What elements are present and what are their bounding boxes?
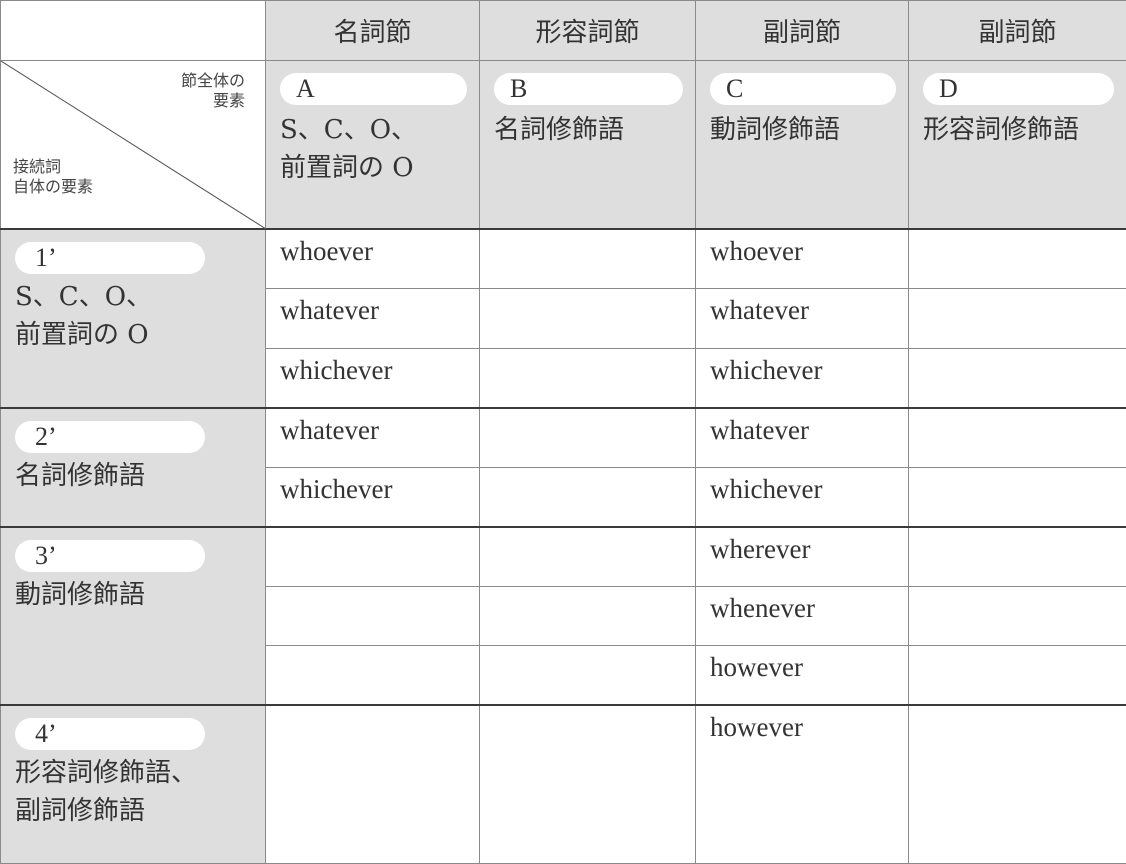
column-letter-badge: B	[494, 73, 683, 105]
row-desc-line1: 動詞修飾語	[15, 576, 265, 614]
column-category-d: D 形容詞修飾語	[909, 61, 1126, 229]
table-cell	[909, 229, 1126, 289]
col-header-noun-clause: 名詞節	[266, 1, 480, 61]
col-header-adjective-clause: 形容詞節	[480, 1, 696, 61]
table-cell	[480, 646, 696, 705]
table-cell: whichever	[266, 349, 480, 408]
clause-element-label: 節全体の 要素	[181, 71, 245, 111]
row-number-badge: 1’	[15, 242, 205, 274]
column-desc-line2: 前置詞の O	[280, 149, 467, 187]
clause-element-label-line2: 要素	[181, 91, 245, 111]
table-cell: whatever	[266, 289, 480, 349]
conjunction-element-label-line1: 接続詞	[13, 157, 93, 177]
column-category-b: B 名詞修飾語	[480, 61, 696, 229]
table-cell	[266, 705, 480, 864]
row-desc-line2: 前置詞の O	[15, 316, 265, 354]
table-cell	[909, 705, 1126, 864]
table-cell	[909, 527, 1126, 587]
table-cell: whatever	[696, 408, 909, 468]
row-category-3: 3’ 動詞修飾語	[1, 527, 266, 705]
conjunction-element-label-line2: 自体の要素	[13, 177, 93, 197]
table-cell: whoever	[696, 229, 909, 289]
table-cell	[266, 646, 480, 705]
column-desc-line1: 名詞修飾語	[494, 111, 683, 149]
row-category-4: 4’ 形容詞修飾語、 副詞修飾語	[1, 705, 266, 864]
column-desc-line1: 形容詞修飾語	[923, 111, 1114, 149]
row-category-1: 1’ S、C、O、 前置詞の O	[1, 229, 266, 408]
row-desc-line1: 名詞修飾語	[15, 457, 265, 495]
col-header-adverb-clause-2: 副詞節	[909, 1, 1126, 61]
table-cell	[909, 646, 1126, 705]
table-cell	[909, 289, 1126, 349]
table-cell	[480, 349, 696, 408]
table-cell	[266, 527, 480, 587]
column-desc-line1: S、C、O、	[280, 111, 467, 149]
table-cell	[480, 229, 696, 289]
table-cell	[909, 408, 1126, 468]
column-letter-badge: A	[280, 73, 467, 105]
table-cell	[480, 289, 696, 349]
table-cell	[909, 587, 1126, 646]
row-desc-line2: 副詞修飾語	[15, 792, 265, 830]
table-cell: however	[696, 646, 909, 705]
row-desc-line1: S、C、O、	[15, 278, 265, 316]
table-cell: whichever	[696, 349, 909, 408]
table-cell: whoever	[266, 229, 480, 289]
blank-corner-header	[1, 1, 266, 61]
conjunction-element-label: 接続詞 自体の要素	[13, 157, 93, 197]
row-category-2: 2’ 名詞修飾語	[1, 408, 266, 527]
column-desc-line1: 動詞修飾語	[710, 111, 896, 149]
table-cell	[909, 468, 1126, 527]
table-cell: whatever	[696, 289, 909, 349]
table-cell	[480, 408, 696, 468]
conjunction-table: 名詞節 形容詞節 副詞節 副詞節 節全体の 要素 接続詞 自体の要素 A S、C…	[0, 0, 1126, 864]
table-cell	[909, 349, 1126, 408]
column-letter-badge: C	[710, 73, 896, 105]
col-header-adverb-clause-1: 副詞節	[696, 1, 909, 61]
table-cell: whenever	[696, 587, 909, 646]
row-number-badge: 2’	[15, 421, 205, 453]
table-cell	[480, 587, 696, 646]
row-number-badge: 3’	[15, 540, 205, 572]
table-cell	[266, 587, 480, 646]
column-category-a: A S、C、O、 前置詞の O	[266, 61, 480, 229]
diagonal-corner-cell: 節全体の 要素 接続詞 自体の要素	[1, 61, 266, 229]
row-desc-line1: 形容詞修飾語、	[15, 754, 265, 792]
table-cell	[480, 527, 696, 587]
table-cell: whichever	[266, 468, 480, 527]
table-cell	[480, 468, 696, 527]
table-cell: whichever	[696, 468, 909, 527]
column-category-c: C 動詞修飾語	[696, 61, 909, 229]
table-cell	[480, 705, 696, 864]
clause-element-label-line1: 節全体の	[181, 71, 245, 91]
row-number-badge: 4’	[15, 718, 205, 750]
table-cell: wherever	[696, 527, 909, 587]
table-cell: whatever	[266, 408, 480, 468]
table-cell: however	[696, 705, 909, 864]
column-letter-badge: D	[923, 73, 1114, 105]
